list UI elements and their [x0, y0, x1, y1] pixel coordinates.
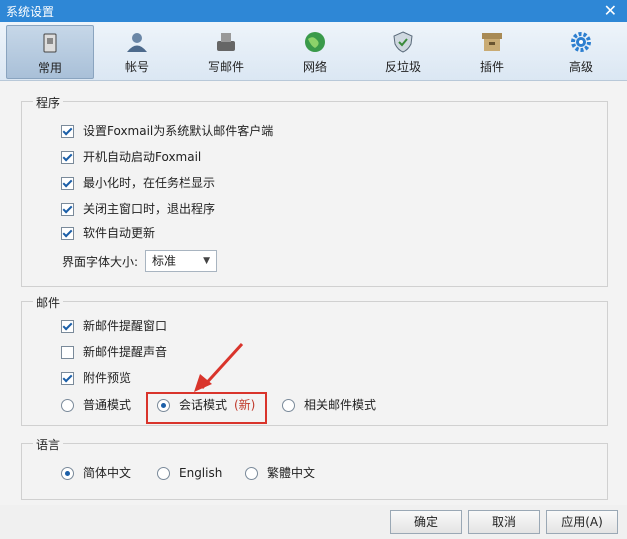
shield-icon: [393, 31, 413, 53]
tab-compose[interactable]: 写邮件: [183, 25, 269, 77]
group-mail-label: 邮件: [33, 294, 64, 311]
general-icon: [43, 33, 57, 53]
option-label: 关闭主窗口时，退出程序: [83, 202, 216, 216]
option-label: 开机自动启动Foxmail: [83, 150, 202, 164]
tab-label: 常用: [37, 61, 62, 75]
tab-label: 高级: [568, 60, 593, 74]
tab-account[interactable]: 帐号: [94, 25, 180, 77]
settings-tabs: 常用 帐号 写邮件 网络 反垃圾 插件 高级: [0, 22, 627, 81]
title-bar: 系统设置 ✕: [0, 0, 627, 22]
option-label: 附件预览: [83, 371, 132, 385]
annotation-arrow-icon: [194, 342, 244, 392]
group-program-label: 程序: [33, 94, 64, 111]
plugin-box-icon: [482, 33, 502, 51]
option-label: 设置Foxmail为系统默认邮件客户端: [83, 124, 274, 138]
option-label: 繁體中文: [267, 466, 316, 480]
font-size-label: 界面字体大小:: [62, 255, 139, 269]
radio-button[interactable]: [282, 399, 295, 412]
font-size-select[interactable]: 标准 ▼: [145, 250, 217, 272]
checkbox[interactable]: [61, 372, 74, 385]
checkbox[interactable]: [61, 346, 74, 359]
checkbox[interactable]: [61, 203, 74, 216]
checkbox[interactable]: [61, 125, 74, 138]
tab-label: 网络: [302, 60, 327, 74]
user-icon: [127, 33, 147, 52]
option-label: 普通模式: [83, 398, 132, 412]
tab-network[interactable]: 网络: [272, 25, 358, 77]
tab-advanced[interactable]: 高级: [538, 25, 624, 77]
ok-button[interactable]: 确定: [390, 510, 462, 534]
radio-button[interactable]: [61, 467, 74, 480]
checkbox[interactable]: [61, 177, 74, 190]
option-label: English: [179, 466, 223, 480]
tab-label: 帐号: [124, 60, 149, 74]
chevron-down-icon: ▼: [203, 256, 210, 266]
tab-plugins[interactable]: 插件: [449, 25, 535, 77]
option-label: 新邮件提醒声音: [83, 345, 168, 359]
annotation-highlight-box: [146, 392, 267, 424]
tab-general[interactable]: 常用: [6, 25, 94, 79]
tab-label: 写邮件: [207, 60, 244, 74]
tab-antispam[interactable]: 反垃圾: [360, 25, 446, 77]
tab-label: 插件: [479, 60, 504, 74]
compose-icon: [217, 33, 235, 51]
group-language-label: 语言: [33, 436, 64, 453]
option-label: 软件自动更新: [83, 226, 156, 240]
gear-icon: [571, 32, 591, 52]
radio-button[interactable]: [157, 467, 170, 480]
window-title: 系统设置: [6, 5, 55, 19]
close-icon[interactable]: ✕: [604, 1, 617, 20]
tab-label: 反垃圾: [384, 60, 421, 74]
settings-window: 系统设置 ✕ 常用 帐号 写邮件 网络 反垃圾 插件 高级 程序 设置Foxma…: [0, 0, 627, 539]
option-label: 新邮件提醒窗口: [83, 319, 168, 333]
apply-button[interactable]: 应用(A): [546, 510, 618, 534]
font-size-value: 标准: [152, 254, 177, 268]
option-label: 简体中文: [83, 466, 132, 480]
radio-button[interactable]: [245, 467, 258, 480]
checkbox[interactable]: [61, 227, 74, 240]
option-label: 相关邮件模式: [304, 398, 377, 412]
option-label: 最小化时，在任务栏显示: [83, 176, 216, 190]
radio-button[interactable]: [61, 399, 74, 412]
checkbox[interactable]: [61, 320, 74, 333]
globe-icon: [305, 32, 325, 52]
cancel-button[interactable]: 取消: [468, 510, 540, 534]
checkbox[interactable]: [61, 151, 74, 164]
